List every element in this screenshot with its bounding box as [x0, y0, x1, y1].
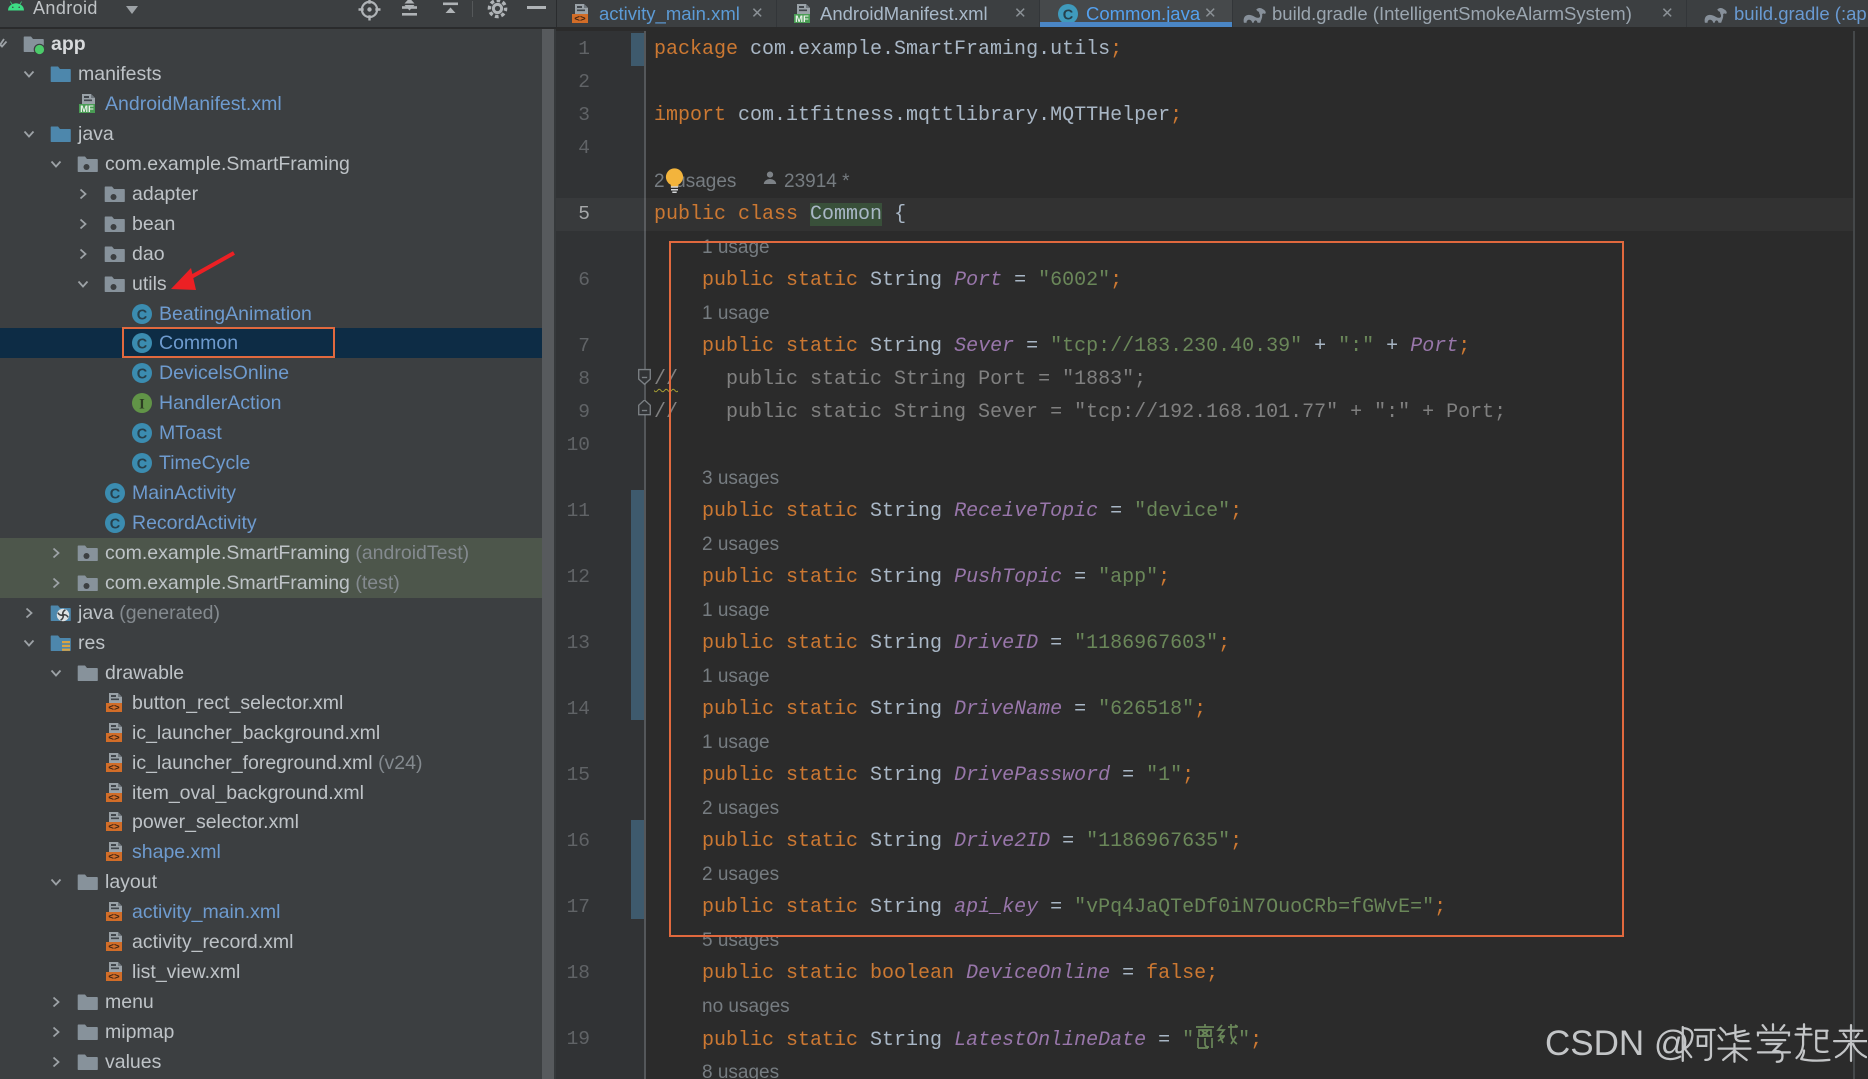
- svg-text:<>: <>: [108, 822, 120, 833]
- svg-text:I: I: [139, 397, 145, 413]
- svg-text:<>: <>: [108, 912, 120, 923]
- svg-text:<>: <>: [574, 14, 586, 25]
- svg-text:<>: <>: [108, 942, 120, 953]
- svg-text:<>: <>: [108, 702, 120, 713]
- svg-text:<>: <>: [108, 762, 120, 773]
- svg-text:C: C: [137, 367, 148, 383]
- svg-text:<>: <>: [108, 852, 120, 863]
- svg-text:C: C: [1063, 7, 1074, 23]
- svg-text:<>: <>: [108, 972, 120, 983]
- svg-text:<>: <>: [108, 792, 120, 803]
- svg-text:C: C: [137, 457, 148, 473]
- svg-text:C: C: [137, 307, 148, 323]
- svg-text:MF: MF: [80, 104, 94, 115]
- svg-text:MF: MF: [795, 14, 809, 25]
- svg-text:<>: <>: [108, 732, 120, 743]
- svg-text:C: C: [137, 427, 148, 443]
- svg-text:C: C: [110, 486, 121, 502]
- svg-text:C: C: [110, 516, 121, 532]
